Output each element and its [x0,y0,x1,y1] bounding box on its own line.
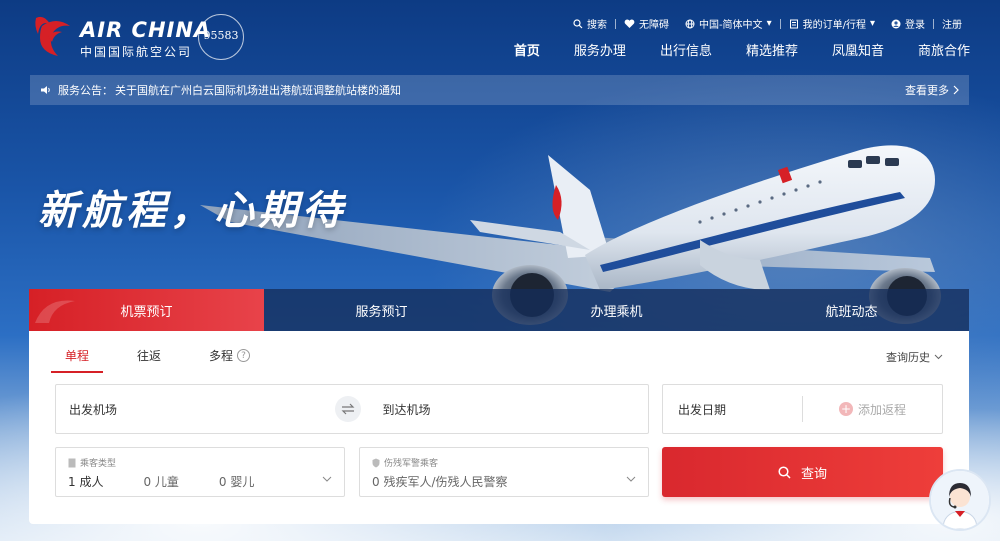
caret-down-icon: ▾ [766,18,772,29]
passenger-type-label: 乘客类型 [68,456,116,469]
brand-name-en: AIR CHINA [80,18,212,42]
tab-label: 机票预订 [120,304,173,320]
assistant-avatar-icon [931,471,989,529]
plus-icon: + [838,402,853,416]
swap-airports-button[interactable] [334,396,361,422]
tab-service-booking[interactable]: 服务预订 [264,289,499,331]
military-count-text: 0 残疾军人/伤残人民警察 [372,475,508,489]
arrival-airport-input[interactable]: 到达机场 [361,401,649,418]
add-return-button[interactable]: + 添加返程 [803,401,942,418]
accessibility-link[interactable]: 无障碍 [616,16,677,31]
orders-label: 我的订单/行程 [802,20,866,31]
trip-type-multi-city[interactable]: 多程 ? [209,347,251,364]
swap-icon [341,403,354,415]
heart-icon [624,19,635,28]
infant-count: 0 婴儿 [218,475,255,489]
passenger-type-label-text: 乘客类型 [80,459,117,469]
search-history-dropdown[interactable]: 查询历史 [886,349,943,365]
search-icon [573,18,583,28]
accessibility-label: 无障碍 [638,20,669,31]
utility-bar: 搜索 无障碍 中国-简体中文 ▾ 我的订单/行程 ▾ 登录 注册 [565,16,970,31]
tab-label: 服务预订 [355,304,408,320]
register-link[interactable]: 注册 [934,16,970,31]
ticket-icon [68,458,76,467]
tab-label: 航班动态 [825,304,878,320]
login-label: 登录 [905,20,925,31]
phoenix-logo-icon [35,16,70,56]
military-count: 0 残疾军人/伤残人民警察 [372,473,548,490]
hotline-number: 95583 [203,29,239,42]
tab-flight-booking[interactable]: 机票预订 [29,289,264,331]
caret-down-icon: ▾ [869,18,875,29]
air-china-logo[interactable]: AIR CHINA 中国国际航空公司 95583 [28,12,248,64]
nav-item-phoenix-miles[interactable]: 凤凰知音 [832,40,884,59]
globe-icon [685,19,695,28]
trip-type-selector: 单程 往返 多程 ? [50,347,298,373]
departure-date-input[interactable]: 出发日期 [663,396,803,422]
search-icon [778,465,791,479]
passenger-type-selector[interactable]: 乘客类型 1 成人 0 儿童 0 婴儿 [55,447,345,497]
language-selector[interactable]: 中国-简体中文 ▾ [677,16,780,31]
nav-item-featured[interactable]: 精选推荐 [746,40,798,59]
language-label: 中国-简体中文 [698,20,763,31]
date-inputs: 出发日期 + 添加返程 [662,384,943,434]
phoenix-decor-icon [35,300,75,323]
notice-more-label: 查看更多 [905,84,949,97]
nav-item-home[interactable]: 首页 [514,40,540,59]
notice-text[interactable]: 关于国航在广州白云国际机场进出港航班调整航站楼的通知 [115,82,401,98]
search-flights-button[interactable]: 查询 [662,447,943,497]
chevron-down-icon [934,354,943,360]
passenger-counts: 1 成人 0 儿童 0 婴儿 [68,473,294,490]
user-icon [891,19,901,28]
speaker-icon [41,86,50,94]
trip-type-label: 单程 [65,349,90,363]
military-label-text: 伤残军警乘客 [384,459,439,469]
search-label: 搜索 [586,20,607,31]
child-count: 0 儿童 [143,475,179,489]
search-history-label: 查询历史 [886,351,930,364]
search-link[interactable]: 搜索 [565,16,615,31]
login-link[interactable]: 登录 [883,16,933,31]
nav-item-services[interactable]: 服务办理 [574,40,626,59]
trip-type-round-trip[interactable]: 往返 [137,347,161,364]
disabled-military-police-selector[interactable]: 伤残军警乘客 0 残疾军人/伤残人民警察 [359,447,649,497]
notice-bar: 服务公告： 关于国航在广州白云国际机场进出港航班调整航站楼的通知 查看更多 [30,75,969,105]
main-nav: 首页 服务办理 出行信息 精选推荐 凤凰知音 商旅合作 [480,40,970,59]
departure-airport-input[interactable]: 出发机场 [56,401,335,418]
document-icon [789,19,798,28]
notice-label: 服务公告： [58,84,113,97]
search-button-label: 查询 [800,466,827,482]
adult-count: 1 成人 [68,475,104,489]
customer-service-avatar[interactable] [929,469,991,531]
trip-type-label: 往返 [137,349,162,363]
nav-item-business[interactable]: 商旅合作 [918,40,970,59]
tab-check-in[interactable]: 办理乘机 [499,289,734,331]
booking-panel: 单程 往返 多程 ? 查询历史 出发机场 到达机场 出发日期 + 添加返程 乘客… [29,331,969,524]
military-label: 伤残军警乘客 [372,456,438,469]
route-inputs: 出发机场 到达机场 [55,384,649,434]
booking-tabs: 机票预订 服务预订 办理乘机 航班动态 [29,289,969,331]
notice-more-link[interactable]: 查看更多 [905,82,959,98]
hero-slogan: 新航程，心期待 [38,187,346,234]
chevron-down-icon [322,476,332,482]
add-return-label: 添加返程 [857,402,906,417]
tab-flight-status[interactable]: 航班动态 [734,289,969,331]
chevron-right-icon [953,85,959,95]
help-icon[interactable]: ? [237,349,251,362]
nav-item-travel-info[interactable]: 出行信息 [660,40,712,59]
tab-label: 办理乘机 [590,304,643,320]
orders-link[interactable]: 我的订单/行程 ▾ [781,16,883,31]
shield-icon [372,458,380,467]
chevron-down-icon [626,476,636,482]
brand-name-cn: 中国国际航空公司 [80,45,193,59]
register-label: 注册 [942,20,962,31]
trip-type-label: 多程 [209,349,234,363]
trip-type-one-way[interactable]: 单程 [50,347,104,373]
